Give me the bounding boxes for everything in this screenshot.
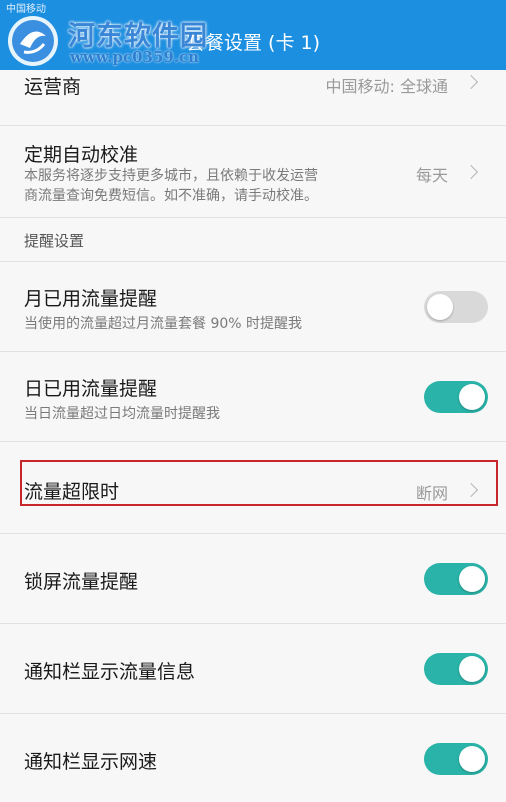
chevron-right-icon [463,164,479,180]
monthly-alert-desc: 当使用的流量超过月流量套餐 90% 时提醒我 [24,316,303,332]
notif-info-row[interactable]: 通知栏显示流量信息 [0,624,506,714]
operator-row[interactable]: 运营商 中国移动: 全球通 [0,70,506,126]
notif-speed-title: 通知栏显示网速 [24,751,158,773]
highlight-box [20,460,498,506]
reminder-section-label: 提醒设置 [24,232,85,250]
auto-calibrate-desc-line1: 本服务将逐步支持更多城市，且依赖于收发运营 [24,168,318,184]
watermark: 河东软件园 www.pc0359.cn [4,8,264,66]
toggle-knob [459,566,485,592]
operator-title: 运营商 [24,76,82,98]
reminder-section-header: 提醒设置 [0,218,506,262]
watermark-url: www.pc0359.cn [70,48,200,66]
auto-calibrate-row[interactable]: 定期自动校准 本服务将逐步支持更多城市，且依赖于收发运营 商流量查询免费短信。如… [0,126,506,218]
auto-calibrate-title: 定期自动校准 [24,144,139,166]
toggle-knob [459,746,485,772]
notif-speed-toggle[interactable] [424,743,488,775]
monthly-alert-row[interactable]: 月已用流量提醒 当使用的流量超过月流量套餐 90% 时提醒我 [0,262,506,352]
daily-alert-row[interactable]: 日已用流量提醒 当日流量超过日均流量时提醒我 [0,352,506,442]
auto-calibrate-desc-line2: 商流量查询免费短信。如不准确，请手动校准。 [24,188,318,204]
daily-alert-desc: 当日流量超过日均流量时提醒我 [24,406,220,422]
lock-screen-toggle[interactable] [424,563,488,595]
toggle-knob [459,656,485,682]
notif-info-toggle[interactable] [424,653,488,685]
lock-screen-title: 锁屏流量提醒 [24,571,139,593]
toggle-knob [427,294,453,320]
lock-screen-row[interactable]: 锁屏流量提醒 [0,534,506,624]
notif-speed-row[interactable]: 通知栏显示网速 [0,714,506,802]
app-header: 中国移动 套餐设置 (卡 1) 河东软件园 www.pc0359.cn [0,0,506,70]
watermark-logo-icon [8,16,58,66]
notif-info-title: 通知栏显示流量信息 [24,661,196,683]
monthly-alert-title: 月已用流量提醒 [24,288,158,310]
daily-alert-title: 日已用流量提醒 [24,378,158,400]
operator-value: 中国移动: 全球通 [325,77,448,96]
auto-calibrate-value: 每天 [415,166,448,185]
toggle-knob [459,384,485,410]
daily-alert-toggle[interactable] [424,381,488,413]
monthly-alert-toggle[interactable] [424,291,488,323]
chevron-right-icon [463,74,479,90]
